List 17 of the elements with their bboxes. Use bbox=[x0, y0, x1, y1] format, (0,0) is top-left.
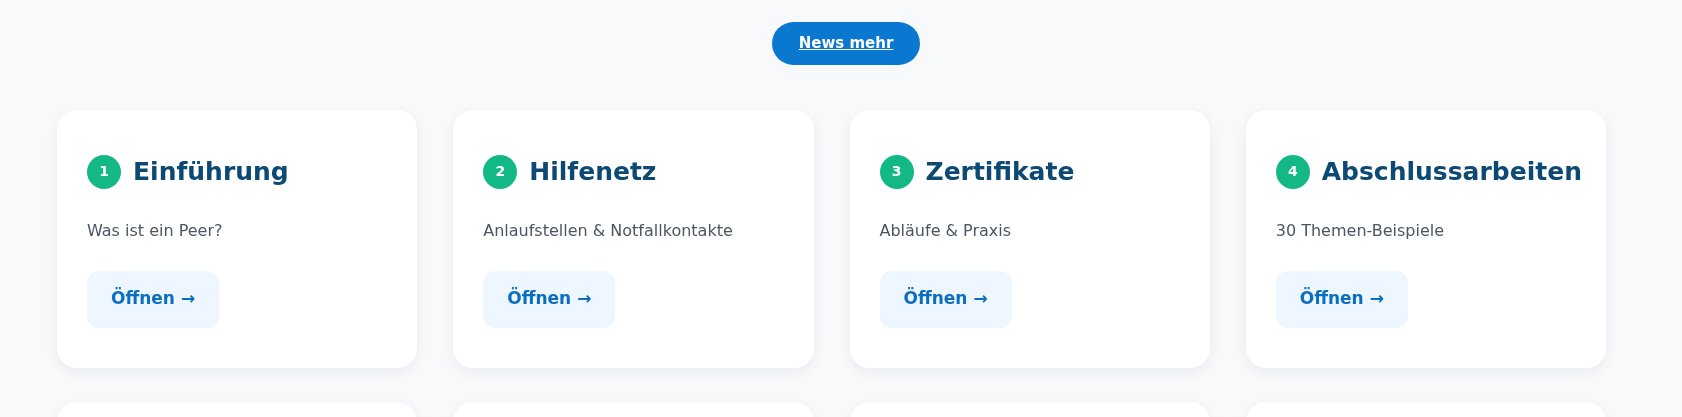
card-title: Zertifikate bbox=[925, 156, 1075, 188]
card-title: Abschlussarbeiten bbox=[1321, 156, 1582, 188]
open-button[interactable]: Öffnen → bbox=[879, 270, 1012, 328]
number-badge: 2 bbox=[483, 154, 518, 189]
number-badge: 1 bbox=[87, 154, 121, 189]
number-badge: 3 bbox=[879, 154, 914, 189]
card-subtitle: 30 Themen-Beispiele bbox=[1275, 219, 1446, 242]
open-button[interactable]: Öffnen → bbox=[1275, 270, 1408, 328]
card-subtitle: Was ist ein Peer? bbox=[87, 219, 224, 242]
card-title: Hilfenetz bbox=[529, 156, 657, 188]
open-button[interactable]: Öffnen → bbox=[87, 270, 220, 328]
number-badge: 4 bbox=[1275, 154, 1310, 189]
news-button[interactable]: News mehr bbox=[771, 22, 921, 65]
card-subtitle: Abläufe & Praxis bbox=[879, 219, 1013, 242]
open-button[interactable]: Öffnen → bbox=[483, 270, 616, 328]
card-title: Einführung bbox=[133, 156, 289, 188]
card-subtitle: Anlaufstellen & Notfallkontakte bbox=[483, 219, 734, 242]
